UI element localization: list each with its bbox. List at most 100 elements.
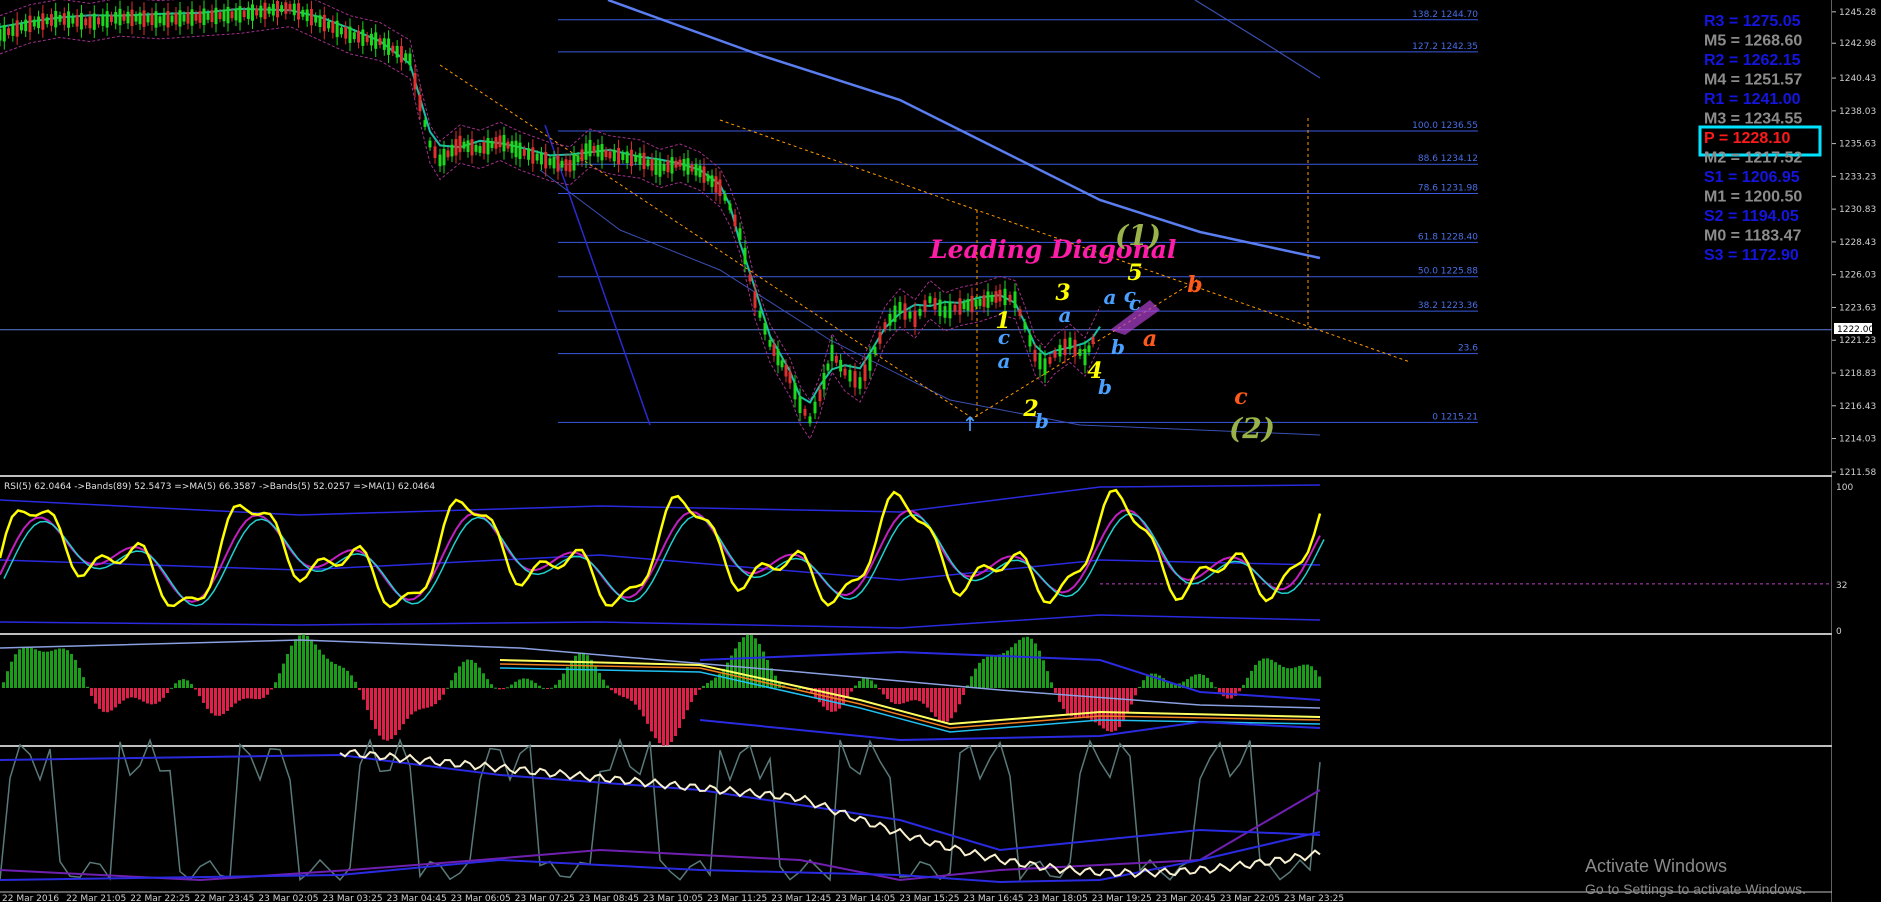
histogram-bar-positive xyxy=(1306,664,1309,688)
pivot-level-label: R2 = 1262.15 xyxy=(1704,52,1801,69)
histogram-bar-positive xyxy=(506,687,509,689)
histogram-bar-negative xyxy=(962,688,965,695)
histogram-bar-negative xyxy=(934,688,937,717)
candle-body xyxy=(158,16,162,24)
price-moving-average xyxy=(0,7,1101,404)
activate-windows-subtitle: Go to Settings to activate Windows. xyxy=(1585,881,1806,897)
candle-body xyxy=(58,14,62,22)
histogram-bar-positive xyxy=(278,673,281,688)
histogram-bar-positive xyxy=(534,682,537,688)
histogram-bar-positive xyxy=(1034,643,1037,688)
trading-chart[interactable]: 138.2 1244.70 127.2 1242.35 100.0 1236.55 8… xyxy=(0,0,1881,902)
histogram-bar-positive xyxy=(722,668,725,688)
histogram-bar-positive xyxy=(530,680,533,688)
histogram-bar-positive xyxy=(1262,658,1265,688)
histogram-bar-negative xyxy=(110,688,113,711)
candle-body xyxy=(466,140,470,152)
candle-body xyxy=(450,144,454,157)
histogram-bar-positive xyxy=(1194,674,1197,688)
histogram-bar-positive xyxy=(1138,686,1141,688)
histogram-bar-negative xyxy=(694,688,697,696)
histogram-bar-negative xyxy=(666,688,669,746)
candle-body xyxy=(174,12,178,25)
candle-body xyxy=(251,4,254,21)
histogram-bar-negative xyxy=(90,688,93,696)
candle-body xyxy=(339,27,343,35)
histogram-bar-negative xyxy=(882,688,885,695)
candle-body xyxy=(154,11,158,28)
histogram-bar-positive xyxy=(342,667,345,688)
price-tick-label: 1233.23 xyxy=(1839,172,1876,182)
fib-label: 23.6 xyxy=(1458,344,1478,354)
histogram-bar-positive xyxy=(306,636,309,688)
candle-body xyxy=(1053,350,1057,358)
histogram-bar-negative xyxy=(162,688,165,698)
histogram-bar-negative xyxy=(922,688,925,704)
histogram-bar-negative xyxy=(1118,688,1121,728)
histogram-bar-positive xyxy=(174,683,177,688)
histogram-bar-negative xyxy=(114,688,117,708)
candle-body xyxy=(1028,334,1032,347)
histogram-bar-positive xyxy=(450,680,453,688)
candle-body xyxy=(1033,349,1037,362)
long-moving-average xyxy=(607,0,1321,260)
candle-body xyxy=(822,372,826,390)
candle-body xyxy=(378,38,382,46)
histogram-bar-positive xyxy=(350,675,353,688)
rsi-lower-band xyxy=(0,614,1321,629)
candle-body xyxy=(478,146,482,153)
pivot-level-label: S1 = 1206.95 xyxy=(1704,169,1800,186)
candle-body xyxy=(267,6,271,14)
histogram-bar-negative xyxy=(1130,688,1133,705)
current-price-tag: 1222.00 xyxy=(1834,323,1874,335)
candle-body xyxy=(780,360,784,368)
histogram-bar-negative xyxy=(238,688,241,701)
candle-body xyxy=(539,152,543,165)
histogram-bar-negative xyxy=(142,688,145,702)
candle-body xyxy=(238,6,242,23)
candle-body xyxy=(498,135,502,148)
candle-body xyxy=(19,23,23,31)
candle-body xyxy=(218,12,222,20)
histogram-bar-negative xyxy=(1054,688,1057,693)
histogram-bar-positive xyxy=(318,649,321,688)
histogram-bar-positive xyxy=(322,654,325,688)
histogram-bar-negative xyxy=(830,688,833,712)
histogram-bar-positive xyxy=(862,678,865,688)
candle-body xyxy=(1023,322,1027,330)
histogram-bar-positive xyxy=(334,663,337,688)
wave-label: (1) xyxy=(1115,219,1161,252)
histogram-bar-positive xyxy=(478,667,481,688)
candle-body xyxy=(263,2,267,20)
histogram-bar-positive xyxy=(86,686,89,688)
wave-label: b xyxy=(1187,272,1202,298)
histogram-bar-negative xyxy=(686,688,689,711)
histogram-bar-negative xyxy=(218,688,221,716)
histogram-bar-negative xyxy=(638,688,641,710)
candle-body xyxy=(650,158,654,171)
histogram-bar-negative xyxy=(546,688,549,689)
candle-body xyxy=(357,30,361,43)
candle-body xyxy=(843,368,847,376)
candle-body xyxy=(535,153,539,161)
candle-body xyxy=(292,3,296,16)
histogram-bar-positive xyxy=(986,656,989,688)
histogram-bar-positive xyxy=(710,680,713,688)
histogram-bar-positive xyxy=(458,666,461,688)
price-tick-label: 1238.03 xyxy=(1839,107,1876,117)
histogram-bar-negative xyxy=(166,688,169,694)
candle-body xyxy=(888,313,892,326)
candle-body xyxy=(506,141,510,149)
histogram-bar-negative xyxy=(370,688,373,721)
histogram-bar-positive xyxy=(1246,677,1249,688)
candle-body xyxy=(544,152,548,169)
candle-body xyxy=(514,140,518,158)
histogram-bar-positive xyxy=(1038,650,1041,688)
pivot-level-label: M0 = 1183.47 xyxy=(1704,228,1802,245)
wave-label: b xyxy=(1111,335,1125,359)
histogram-bar-negative xyxy=(138,688,141,700)
candle-body xyxy=(1048,357,1052,364)
histogram-bar-positive xyxy=(1310,666,1313,688)
histogram-bar-positive xyxy=(1302,664,1305,688)
candle-body xyxy=(1018,309,1022,317)
